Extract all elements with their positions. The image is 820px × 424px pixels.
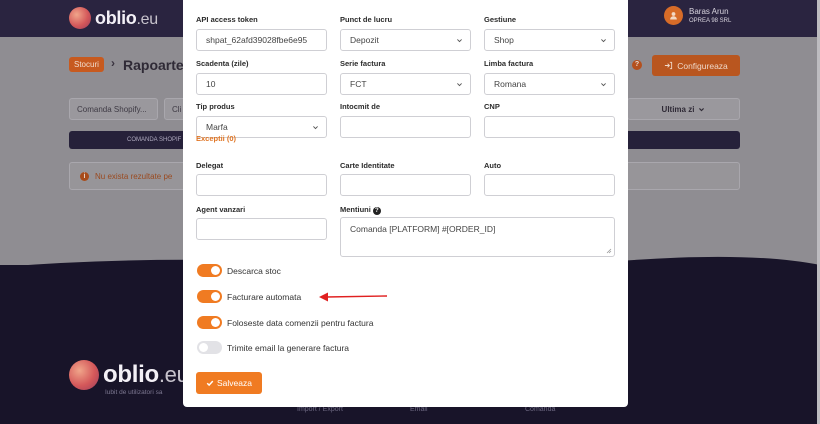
- footer-link-comanda[interactable]: Comanda: [525, 406, 555, 413]
- toggle-switch[interactable]: [197, 316, 222, 329]
- chevron-down-icon: [601, 83, 606, 87]
- oblio-logo-icon: [69, 7, 91, 29]
- question-icon[interactable]: ?: [372, 207, 381, 215]
- toggle-data-comenzii[interactable]: Foloseste data comenzii pentru factura: [197, 316, 373, 329]
- delegat-input[interactable]: [196, 174, 327, 196]
- api-token-value: shpat_62afd39028fbe6e95: [206, 35, 308, 45]
- header-logo-suffix: .eu: [136, 10, 159, 28]
- user-company: OPREA 98 SRL: [689, 17, 732, 24]
- login-arrow-icon: [665, 61, 673, 70]
- gestiune-label: Gestiune: [484, 15, 517, 24]
- info-icon: i: [80, 171, 89, 181]
- cnp-label: CNP: [484, 102, 500, 111]
- annotation-arrow-icon: [319, 292, 388, 302]
- mentiuni-label: Mentiuni: [340, 205, 371, 214]
- toggle-descarca-stoc[interactable]: Descarca stoc: [197, 264, 281, 277]
- tip-produs-label: Tip produs: [196, 102, 235, 111]
- page-title: Rapoarte: [123, 57, 184, 73]
- footer-link-import[interactable]: Import / Export: [297, 406, 343, 413]
- oblio-logo-icon: [69, 360, 99, 390]
- scadenta-input[interactable]: 10: [196, 73, 327, 95]
- delegat-label: Delegat: [196, 161, 224, 170]
- api-token-input[interactable]: shpat_62afd39028fbe6e95: [196, 29, 327, 51]
- resize-grip-icon[interactable]: [606, 248, 612, 254]
- gestiune-value: Shop: [494, 35, 514, 45]
- header-logo-text: oblio: [95, 7, 137, 28]
- footer-tagline: Iubit de utilizatori sa: [105, 389, 163, 396]
- chevron-down-icon: [699, 107, 705, 111]
- agent-vanzari-input[interactable]: [196, 218, 327, 240]
- scadenta-value: 10: [206, 79, 216, 89]
- save-label: Salveaza: [217, 378, 252, 388]
- limba-factura-label: Limba factura: [484, 59, 534, 68]
- help-icon[interactable]: ?: [632, 60, 642, 70]
- serie-factura-value: FCT: [350, 79, 367, 89]
- empty-message: Nu exista rezultate pe: [95, 171, 173, 181]
- cnp-input[interactable]: [484, 116, 615, 138]
- auto-label: Auto: [484, 161, 502, 170]
- breadcrumb-stocuri[interactable]: Stocuri: [69, 57, 104, 72]
- intocmit-label: Intocmit de: [340, 102, 381, 111]
- punct-lucru-select[interactable]: Depozit: [340, 29, 471, 51]
- table-column-order: COMANDA SHOPIF: [127, 137, 182, 143]
- toggle-switch[interactable]: [197, 290, 222, 303]
- chevron-down-icon: [313, 126, 318, 130]
- mentiuni-textarea[interactable]: Comanda [PLATFORM] #[ORDER_ID]: [340, 217, 615, 257]
- toggle-descarca-stoc-label: Descarca stoc: [227, 265, 281, 276]
- footer-logo-text: oblio: [103, 361, 159, 388]
- toggle-trimite-email[interactable]: Trimite email la generare factura: [197, 341, 349, 354]
- toggle-facturare-automata[interactable]: Facturare automata: [197, 290, 301, 303]
- mentiuni-label-wrap: Mentiuni?: [340, 205, 381, 215]
- intocmit-input[interactable]: [340, 116, 471, 138]
- footer-link-email[interactable]: Email: [410, 406, 428, 413]
- exceptii-link[interactable]: Exceptii (0): [196, 134, 236, 143]
- auto-input[interactable]: [484, 174, 615, 196]
- header-logo[interactable]: oblio.eu: [69, 7, 158, 29]
- agent-vanzari-label: Agent vanzari: [196, 205, 246, 214]
- configure-label: Configureaza: [677, 60, 728, 71]
- limba-factura-select[interactable]: Romana: [484, 73, 615, 95]
- serie-factura-label: Serie factura: [340, 59, 386, 68]
- serie-factura-select[interactable]: FCT: [340, 73, 471, 95]
- chevron-down-icon: [601, 39, 606, 43]
- api-token-label: API access token: [196, 15, 258, 24]
- user-avatar-icon: [664, 6, 683, 25]
- carte-identitate-input[interactable]: [340, 174, 471, 196]
- toggle-trimite-email-label: Trimite email la generare factura: [227, 342, 350, 353]
- toggle-switch[interactable]: [197, 341, 222, 354]
- user-name: Baras Arun: [689, 6, 729, 16]
- user-menu[interactable]: Baras Arun OPREA 98 SRL: [664, 6, 731, 25]
- check-icon: [206, 380, 214, 387]
- gestiune-select[interactable]: Shop: [484, 29, 615, 51]
- period-label: Ultima zi: [661, 104, 695, 114]
- chevron-down-icon: [457, 39, 462, 43]
- configure-button[interactable]: Configureaza: [652, 55, 740, 76]
- mentiuni-value: Comanda [PLATFORM] #[ORDER_ID]: [350, 224, 496, 234]
- toggle-facturare-automata-label: Facturare automata: [227, 291, 302, 302]
- scadenta-label: Scadenta (zile): [196, 59, 249, 68]
- tip-produs-value: Marfa: [206, 122, 228, 132]
- punct-lucru-label: Punct de lucru: [340, 15, 393, 24]
- toggle-data-comenzii-label: Foloseste data comenzii pentru factura: [227, 317, 374, 328]
- chevron-down-icon: [457, 83, 462, 87]
- save-button[interactable]: Salveaza: [196, 372, 262, 394]
- limba-factura-value: Romana: [494, 79, 527, 89]
- breadcrumb-chevron-icon: ›: [111, 56, 115, 70]
- punct-lucru-value: Depozit: [350, 35, 379, 45]
- footer-logo: oblio.eu: [69, 360, 189, 390]
- period-select[interactable]: Ultima zi: [627, 98, 740, 120]
- carte-identitate-label: Carte Identitate: [340, 161, 395, 170]
- filter-shop-select[interactable]: Comanda Shopify...: [69, 98, 158, 120]
- shopify-settings-modal: API access token shpat_62afd39028fbe6e95…: [183, 0, 628, 407]
- toggle-switch[interactable]: [197, 264, 222, 277]
